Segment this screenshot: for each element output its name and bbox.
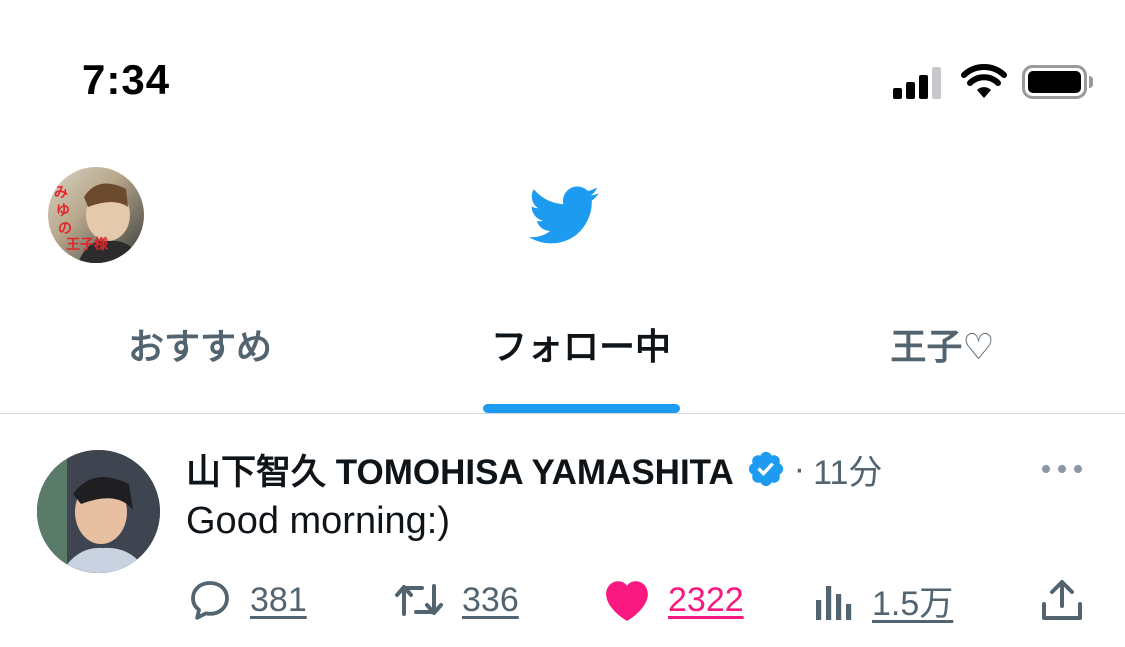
meta-separator: ·: [793, 449, 806, 488]
tab-following[interactable]: フォロー中: [470, 322, 692, 382]
avatar-caption-3: の: [58, 221, 72, 237]
like-count: 2322: [668, 580, 744, 619]
views-chart-icon: [816, 586, 852, 620]
author-avatar-image: [37, 450, 160, 573]
verified-badge-icon: [748, 451, 783, 487]
tweet[interactable]: 山下智久 TOMOHISA YAMASHITA · 11分 Good morni…: [0, 414, 1125, 647]
more-options-icon[interactable]: [1040, 462, 1084, 476]
account-avatar-image: み ゆ の 王子様: [54, 183, 142, 263]
reply-button[interactable]: 381: [186, 572, 307, 628]
retweet-count: 336: [462, 580, 519, 619]
timeline-tabs: おすすめ フォロー中 王子♡: [0, 300, 1125, 414]
like-button[interactable]: 2322: [602, 572, 744, 628]
author-avatar[interactable]: [37, 450, 160, 573]
share-upload-icon: [1042, 580, 1082, 620]
tweet-time[interactable]: 11分: [813, 445, 882, 494]
account-avatar[interactable]: み ゆ の 王子様: [48, 167, 144, 263]
tweet-text: Good morning:): [186, 500, 451, 542]
status-time: 7:34: [82, 56, 171, 103]
tab-recommended[interactable]: おすすめ: [95, 322, 305, 382]
views-count: 1.5万: [872, 584, 954, 623]
twitter-bird-icon[interactable]: [518, 178, 608, 252]
author-name[interactable]: 山下智久 TOMOHISA YAMASHITA: [186, 444, 734, 495]
retweet-button[interactable]: 336: [392, 572, 519, 628]
retweet-icon: [395, 584, 443, 616]
wifi-icon: [961, 64, 1007, 98]
tweet-actions: 381 336 2322 1.5万: [0, 564, 1125, 634]
battery-icon: [1022, 65, 1093, 99]
reply-count: 381: [250, 580, 307, 619]
avatar-caption-4: 王子様: [66, 236, 109, 253]
heart-icon: [606, 581, 648, 622]
cellular-signal-icon: [893, 67, 943, 99]
tweet-header: 山下智久 TOMOHISA YAMASHITA · 11分: [186, 444, 882, 494]
views-button[interactable]: 1.5万: [812, 572, 953, 628]
avatar-caption-1: み: [54, 185, 68, 201]
status-bar: 7:34: [0, 0, 1125, 150]
avatar-caption-2: ゆ: [56, 203, 70, 219]
active-tab-indicator: [483, 404, 680, 413]
tab-prince-list[interactable]: 王子♡: [860, 322, 1025, 382]
share-button[interactable]: [1038, 572, 1086, 628]
reply-icon: [191, 581, 229, 620]
